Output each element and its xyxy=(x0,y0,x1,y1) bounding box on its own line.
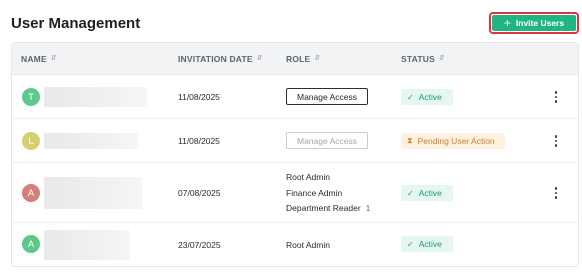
invitation-date: 07/08/2025 xyxy=(178,188,221,198)
user-name-redacted xyxy=(44,87,147,107)
table-row[interactable]: L 11/08/2025 Manage Access ⧗ Pending Use… xyxy=(12,119,578,163)
manage-access-button[interactable]: Manage Access xyxy=(286,88,368,105)
user-name-redacted xyxy=(44,177,142,209)
user-name-redacted xyxy=(44,230,130,260)
user-name-redacted xyxy=(44,133,138,149)
invitation-date: 11/08/2025 xyxy=(178,136,220,146)
more-options-icon[interactable] xyxy=(550,186,562,200)
role-item: Root Admin xyxy=(286,172,330,182)
status-badge: ✓ Active xyxy=(401,185,453,201)
column-header-invitation-date-label: INVITATION DATE xyxy=(178,54,253,64)
column-header-name-label: NAME xyxy=(21,54,47,64)
role-item: Department Reader xyxy=(286,203,361,213)
sort-icon: ⇵ xyxy=(438,55,446,62)
manage-access-label: Manage Access xyxy=(296,91,357,102)
page-title: User Management xyxy=(11,15,141,32)
role-item-last: Department Reader 1 xyxy=(286,201,370,217)
users-table: NAME ⇵ INVITATION DATE ⇵ ROLE ⇵ STATUS ⇵… xyxy=(11,42,579,267)
avatar: L xyxy=(22,132,40,150)
sort-icon: ⇵ xyxy=(314,55,321,62)
avatar: A xyxy=(22,184,40,202)
table-row[interactable]: A 23/07/2025 Root Admin ✓ Active xyxy=(12,223,578,266)
role-list: Root Admin Finance Admin Department Read… xyxy=(286,170,370,217)
manage-access-button[interactable]: Manage Access xyxy=(286,132,368,149)
invite-users-button-inner[interactable]: + Invite Users xyxy=(492,15,576,31)
avatar: A xyxy=(22,235,40,253)
manage-access-label: Manage Access xyxy=(296,135,357,146)
column-header-status[interactable]: STATUS ⇵ xyxy=(401,43,445,75)
sort-icon: ⇵ xyxy=(50,55,57,62)
avatar-letter: A xyxy=(27,238,35,250)
invite-users-button[interactable]: + Invite Users xyxy=(489,12,579,34)
status-badge: ✓ Active xyxy=(401,236,453,252)
column-header-status-label: STATUS xyxy=(401,54,435,64)
more-options-icon[interactable] xyxy=(550,90,562,104)
avatar-letter: L xyxy=(28,135,34,147)
role-text: Root Admin xyxy=(286,240,330,250)
more-roles-count[interactable]: 1 xyxy=(366,203,371,213)
status-badge: ⧗ Pending User Action xyxy=(401,133,505,149)
status-badge: ✓ Active xyxy=(401,89,453,105)
more-options-icon[interactable] xyxy=(550,134,562,148)
table-header: NAME ⇵ INVITATION DATE ⇵ ROLE ⇵ STATUS ⇵ xyxy=(12,43,578,75)
pending-icon: ⧗ xyxy=(407,136,413,145)
invitation-date: 23/07/2025 xyxy=(178,240,221,250)
role-item: Finance Admin xyxy=(286,187,343,198)
status-label: Active xyxy=(418,188,442,198)
check-icon: ✓ xyxy=(407,188,414,198)
invitation-date: 11/08/2025 xyxy=(178,92,220,102)
avatar-letter: T xyxy=(28,91,34,103)
column-header-invitation-date[interactable]: INVITATION DATE ⇵ xyxy=(178,43,263,75)
status-label: Active xyxy=(418,239,442,249)
sort-icon: ⇵ xyxy=(256,55,263,62)
avatar-letter: A xyxy=(27,187,35,199)
column-header-role[interactable]: ROLE ⇵ xyxy=(286,43,321,75)
table-row[interactable]: A 07/08/2025 Root Admin Finance Admin De… xyxy=(12,163,578,223)
check-icon: ✓ xyxy=(407,239,414,249)
avatar: T xyxy=(22,88,40,106)
check-icon: ✓ xyxy=(407,92,414,102)
invite-users-label: Invite Users xyxy=(515,18,565,28)
table-row[interactable]: T 11/08/2025 Manage Access ✓ Active xyxy=(12,75,578,119)
column-header-role-label: ROLE xyxy=(286,54,311,64)
status-label: Pending User Action xyxy=(417,136,495,146)
column-header-name[interactable]: NAME ⇵ xyxy=(21,43,57,75)
plus-icon: + xyxy=(503,16,511,30)
status-label: Active xyxy=(418,92,442,102)
